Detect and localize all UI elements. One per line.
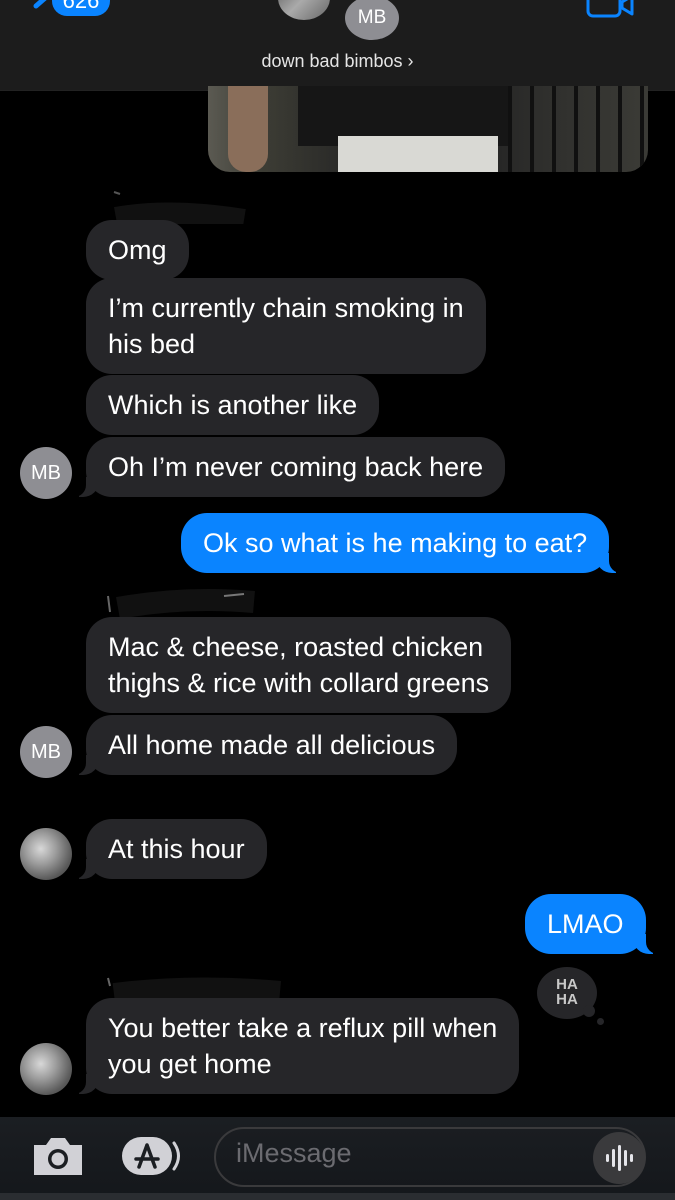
message-text: I’m currently chain smoking in [108,293,464,323]
photo-content [338,136,498,172]
message-text: Mac & cheese, roasted chicken [108,632,484,662]
message-text: Ok so what is he making to eat? [203,528,588,558]
redaction-mark [113,191,246,224]
sender-photo-avatar[interactable] [20,1043,72,1095]
message-text: Which is another like [108,390,358,420]
incoming-message[interactable]: You better take a reflux pill when you g… [73,998,520,1094]
audio-message-button[interactable] [593,1132,645,1184]
incoming-message[interactable]: Omg [86,220,189,280]
conversation-header: 626 MB down bad bimbos › [0,0,675,91]
reaction-text: HA [556,976,578,993]
message-text: you get home [108,1049,272,1079]
unread-count-badge[interactable]: 626 [52,0,110,16]
group-name[interactable]: down bad bimbos › [0,51,675,72]
tapback-tail [583,1005,595,1017]
sender-photo-avatar[interactable] [20,828,72,880]
sender-avatar[interactable]: MB [20,726,72,778]
incoming-message[interactable]: I’m currently chain smoking in his bed [86,278,486,374]
photo-content [508,86,648,172]
message-text: Oh I’m never coming back here [108,452,484,482]
group-member-photo-avatar[interactable] [278,0,330,20]
message-text: At this hour [108,834,245,864]
message-text: thighs & rice with collard greens [108,668,490,698]
message-text: You better take a reflux pill when [108,1013,498,1043]
outgoing-message[interactable]: LMAO [525,894,658,954]
message-text: LMAO [547,909,624,939]
waveform-icon [606,1145,633,1171]
app-store-icon[interactable] [120,1135,184,1179]
message-text: All home made all delicious [108,730,436,760]
tapback-tail [597,1018,604,1025]
incoming-message[interactable]: Which is another like [86,375,380,435]
imessage-placeholder: iMessage [236,1138,352,1168]
camera-icon[interactable] [30,1135,86,1179]
incoming-message[interactable]: Mac & cheese, roasted chicken thighs & r… [86,617,512,713]
outgoing-message[interactable]: Ok so what is he making to eat? [181,513,622,573]
home-indicator [0,1193,675,1200]
facetime-video-icon[interactable] [586,0,636,20]
photo-attachment[interactable] [208,86,648,172]
incoming-message[interactable]: At this hour [74,819,267,879]
incoming-message[interactable]: All home made all delicious [73,715,458,775]
group-member-avatar[interactable]: MB [345,0,399,40]
message-text: his bed [108,329,196,359]
photo-content [228,86,268,172]
incoming-message[interactable]: Oh I’m never coming back here [73,437,506,497]
message-text: Omg [108,235,167,265]
sender-avatar[interactable]: MB [20,447,72,499]
